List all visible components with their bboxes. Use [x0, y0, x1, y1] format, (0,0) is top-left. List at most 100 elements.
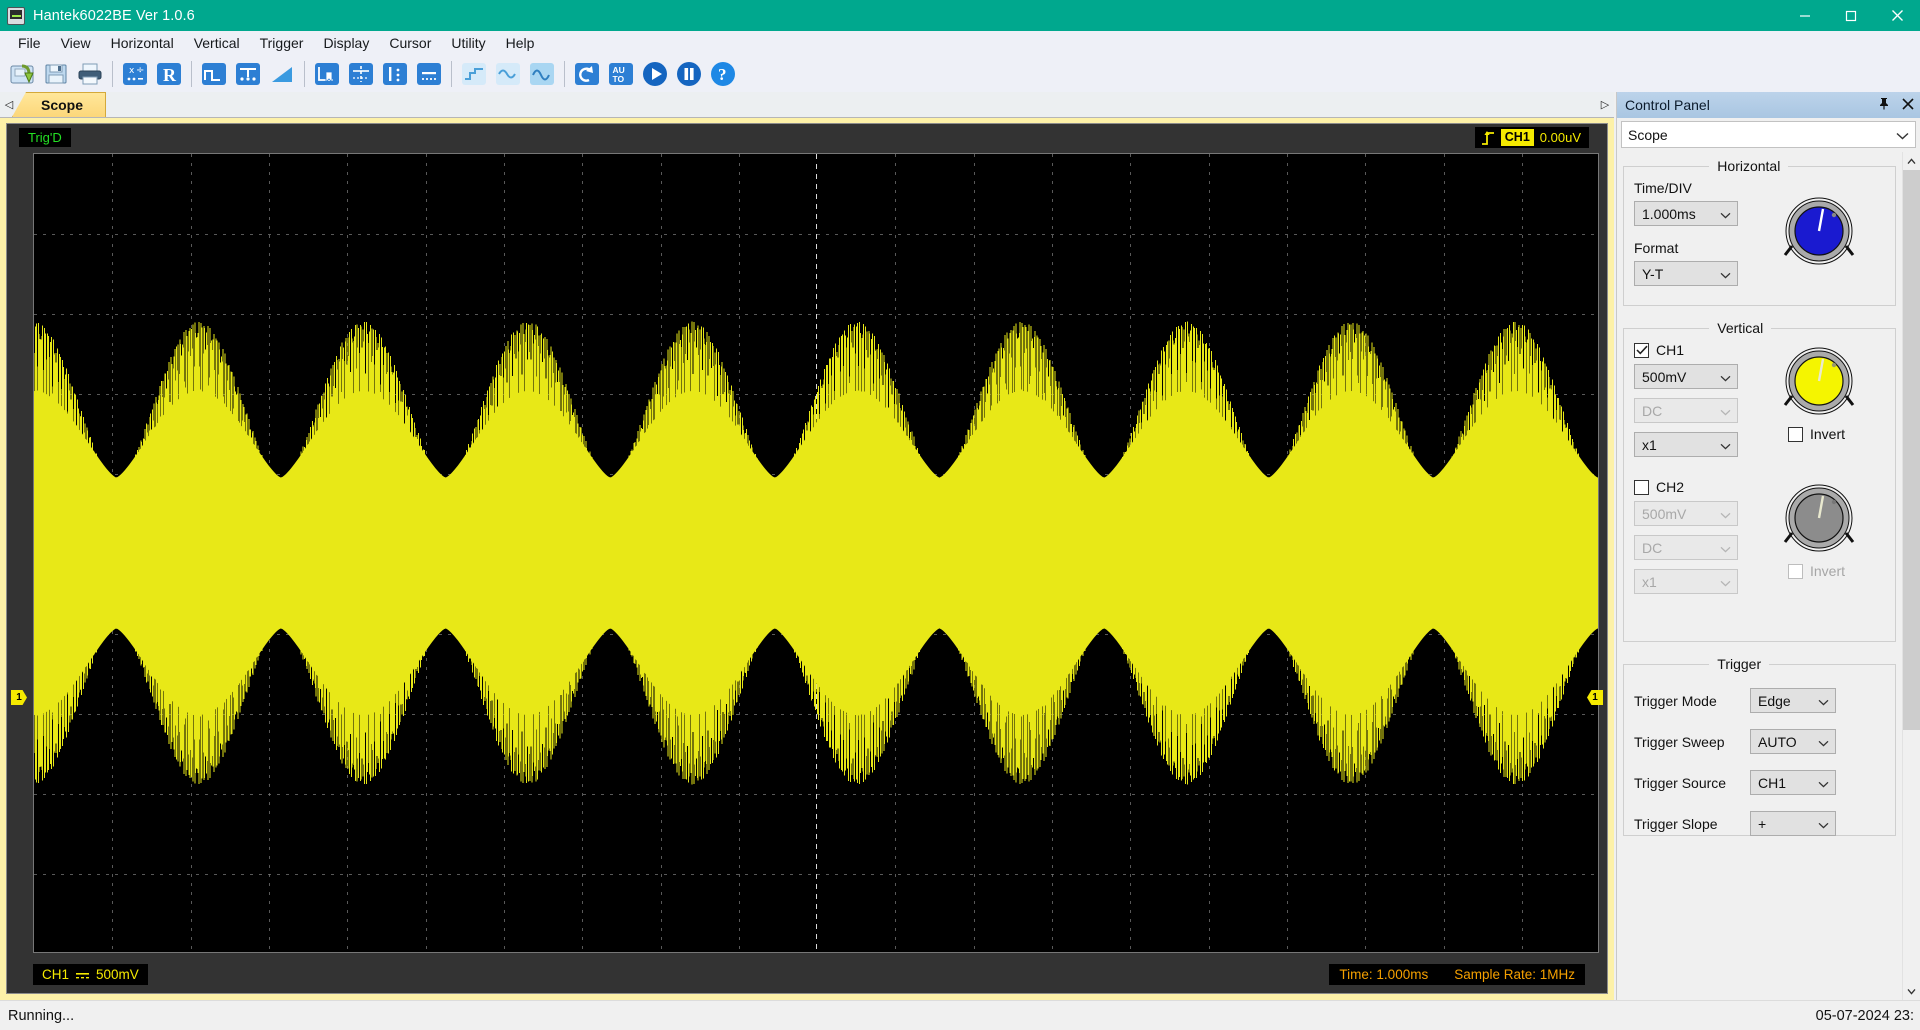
menu-bar: File View Horizontal Vertical Trigger Di… [0, 31, 1920, 55]
trigger-sweep-select[interactable]: AUTO [1750, 729, 1836, 754]
ch1-footer-label: CH1 [42, 967, 70, 982]
ch1-label: CH1 [1656, 342, 1685, 358]
trigger-level-readout: CH1 0.00uV [1474, 127, 1589, 148]
ch1-footer-scale: 500mV [96, 967, 139, 982]
toolbar-separator-5 [564, 60, 565, 87]
trigger-sweep-value: AUTO [1758, 733, 1797, 750]
format-select[interactable]: Y-T [1634, 261, 1738, 286]
sine-gen-button[interactable] [492, 59, 524, 89]
tab-scroll-right-button[interactable]: ▷ [1596, 91, 1614, 117]
close-icon[interactable] [1902, 97, 1914, 113]
menu-view[interactable]: View [51, 33, 101, 53]
scroll-up-icon[interactable] [1902, 152, 1920, 170]
ch1-coupling-value: DC [1642, 402, 1663, 419]
tab-scope[interactable]: Scope [12, 92, 107, 117]
menu-cursor[interactable]: Cursor [379, 33, 441, 53]
group-vertical: Vertical CH1 500mV DC x1 Invert CH2 500m… [1623, 320, 1896, 642]
format-label: Format [1634, 240, 1679, 256]
time-div-select[interactable]: 1.000ms [1634, 201, 1738, 226]
status-bar: Running... 05-07-2024 23: [0, 1000, 1920, 1030]
ch2-knob[interactable] [1780, 479, 1858, 557]
ch2-scale-select[interactable]: 500mV [1634, 501, 1738, 526]
ch2-enable-checkbox[interactable] [1634, 479, 1649, 495]
minimize-button[interactable] [1782, 0, 1828, 31]
tab-scope-label: Scope [41, 97, 84, 113]
window-controls [1782, 0, 1920, 31]
menu-help[interactable]: Help [496, 33, 545, 53]
menu-horizontal[interactable]: Horizontal [101, 33, 184, 53]
group-horizontal: Horizontal Time/DIV 1.000ms Format Y-T [1623, 158, 1896, 306]
ch1-scale-select[interactable]: 500mV [1634, 364, 1738, 389]
acquire-button[interactable] [232, 59, 264, 89]
svg-text:TO: TO [613, 74, 625, 84]
trigger-source-select[interactable]: CH1 [1750, 770, 1836, 795]
help-button[interactable]: ? [707, 59, 739, 89]
horizontal-knob[interactable] [1780, 192, 1858, 270]
ch1-knob[interactable] [1780, 342, 1858, 420]
persistence-button[interactable] [413, 59, 445, 89]
grid-button[interactable] [345, 59, 377, 89]
status-message: Running... [8, 1007, 75, 1024]
ch2-invert-checkbox[interactable] [1788, 563, 1803, 579]
trigger-slope-select[interactable]: + [1750, 811, 1836, 836]
control-panel-selector-value: Scope [1628, 126, 1668, 143]
svg-text:x: x [129, 66, 135, 76]
scroll-down-icon[interactable] [1902, 982, 1920, 1000]
trigger-slope-value: + [1758, 815, 1767, 832]
chevron-down-icon [1720, 403, 1731, 419]
control-panel-scrollbar[interactable] [1902, 152, 1920, 1000]
menu-file[interactable]: File [8, 33, 51, 53]
pin-icon[interactable] [1878, 97, 1890, 113]
menu-trigger[interactable]: Trigger [250, 33, 314, 53]
trigger-status-badge: Trig'D [19, 128, 71, 147]
control-panel-title: Control Panel [1625, 97, 1710, 113]
ch2-coupling-select[interactable]: DC [1634, 535, 1738, 560]
menu-vertical[interactable]: Vertical [184, 33, 250, 53]
trigger-mode-value: Edge [1758, 692, 1791, 709]
save-button[interactable] [40, 59, 72, 89]
toolbar: x ÷ R AU TO ? [0, 55, 1920, 92]
pause-button[interactable] [673, 59, 705, 89]
auto-button[interactable]: AU TO [605, 59, 637, 89]
waveform-button[interactable] [198, 59, 230, 89]
control-panel-selector[interactable]: Scope [1621, 121, 1916, 148]
menu-display[interactable]: Display [313, 33, 379, 53]
square-gen-button[interactable] [458, 59, 490, 89]
ch2-probe-select[interactable]: x1 [1634, 569, 1738, 594]
open-button[interactable] [6, 59, 38, 89]
cursor-button[interactable] [311, 59, 343, 89]
run-button[interactable] [639, 59, 671, 89]
ch1-invert-checkbox[interactable] [1788, 426, 1803, 442]
ch1-ground-marker-left[interactable]: 1 [11, 690, 27, 705]
sine-alt-button[interactable] [526, 59, 558, 89]
measure-button[interactable]: x ÷ [119, 59, 151, 89]
group-vertical-legend: Vertical [1717, 320, 1764, 336]
ch1-probe-select[interactable]: x1 [1634, 432, 1738, 457]
trigger-channel-badge: CH1 [1500, 129, 1534, 146]
close-button[interactable] [1874, 0, 1920, 31]
trigger-slope-label: Trigger Slope [1634, 815, 1718, 832]
trigger-mode-select[interactable]: Edge [1750, 688, 1836, 713]
ch1-coupling-select[interactable]: DC [1634, 398, 1738, 423]
ch2-invert-label: Invert [1810, 563, 1846, 579]
scope-display[interactable]: Trig'D CH1 0.00uV 1 1 CH1 500mV Time: 1.… [6, 123, 1608, 994]
reference-button[interactable]: R [153, 59, 185, 89]
time-div-value: 1.000ms [1642, 205, 1696, 222]
toolbar-separator-3 [304, 60, 305, 87]
scrollbar-track[interactable] [1902, 170, 1920, 982]
chevron-down-icon [1720, 506, 1731, 522]
chevron-down-icon [1818, 734, 1829, 750]
undo-button[interactable] [571, 59, 603, 89]
ch1-enable-checkbox[interactable] [1634, 342, 1649, 358]
ramp-button[interactable] [266, 59, 298, 89]
toolbar-separator-4 [451, 60, 452, 87]
chevron-down-icon [1720, 206, 1731, 222]
scrollbar-thumb[interactable] [1902, 170, 1920, 730]
maximize-button[interactable] [1828, 0, 1874, 31]
waveform-grid[interactable] [33, 153, 1599, 953]
menu-utility[interactable]: Utility [441, 33, 495, 53]
trigger-mode-label: Trigger Mode [1634, 692, 1717, 709]
print-button[interactable] [74, 59, 106, 89]
control-panel-header: Control Panel [1617, 92, 1920, 118]
display-button[interactable] [379, 59, 411, 89]
